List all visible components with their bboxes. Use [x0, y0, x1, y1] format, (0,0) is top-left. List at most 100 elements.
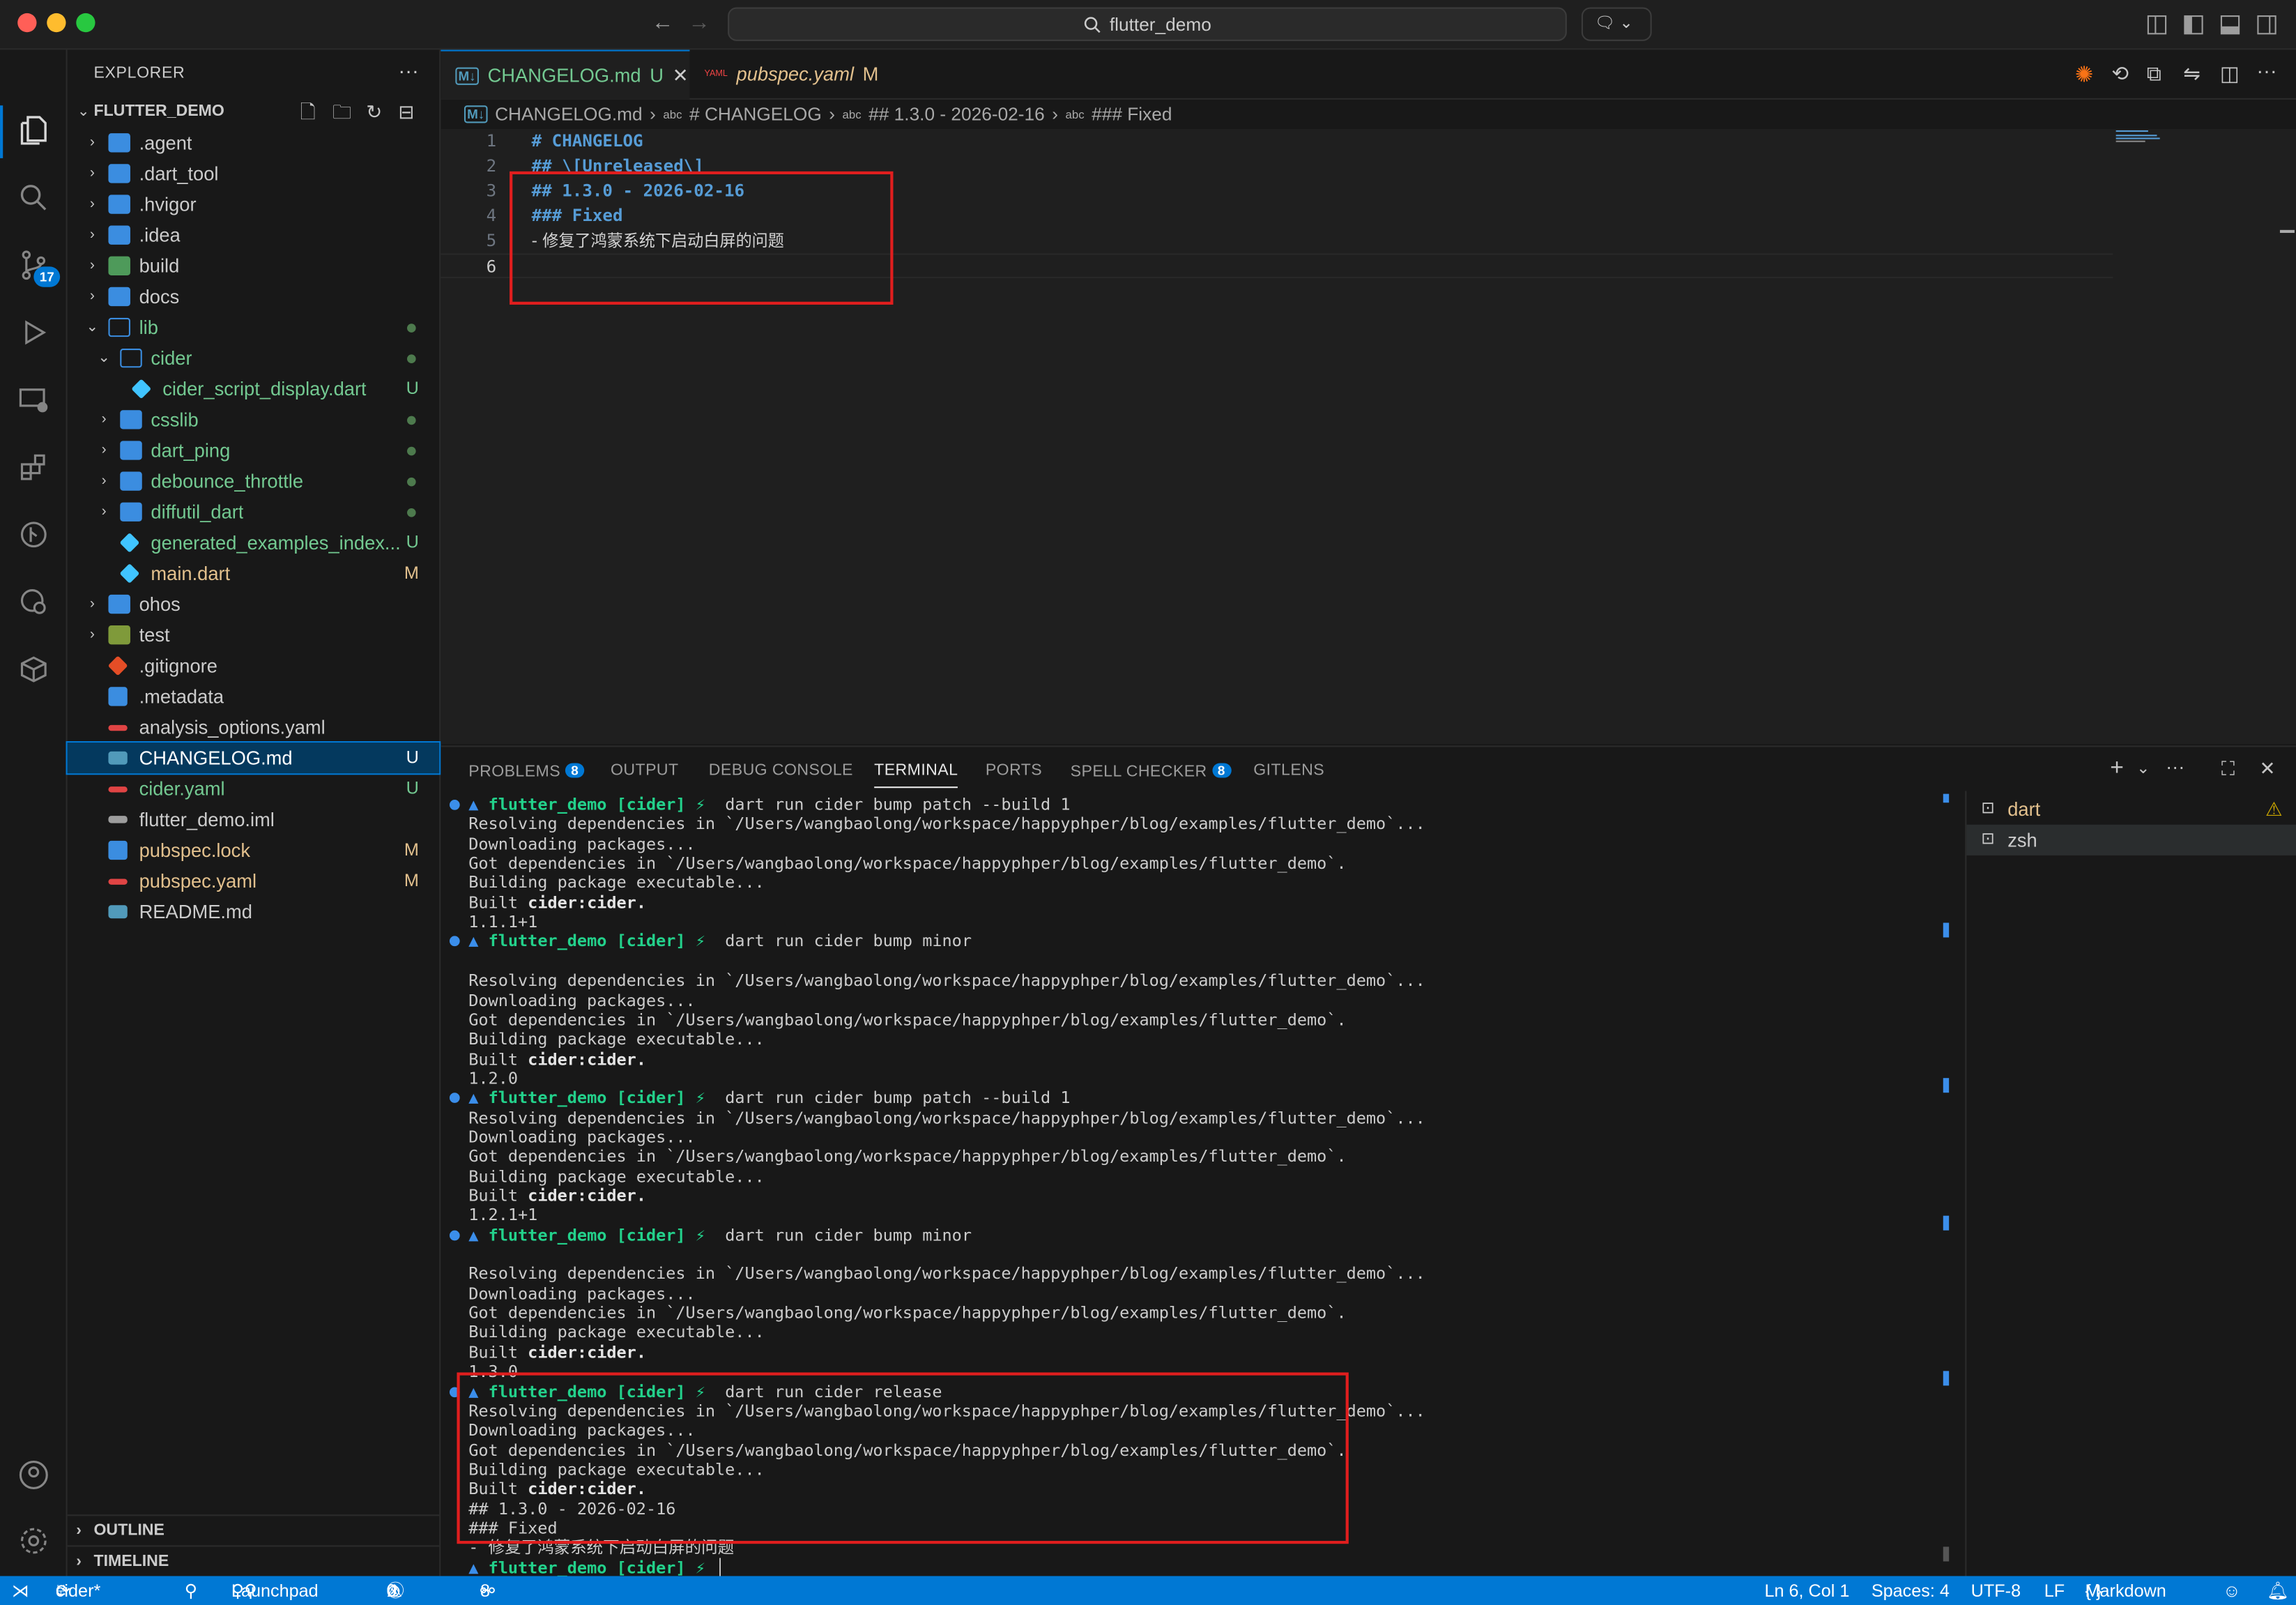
command-center-search[interactable]: flutter_demo	[728, 7, 1567, 41]
outline-section[interactable]: › OUTLINE	[67, 1514, 440, 1545]
maximize-window-button[interactable]	[76, 13, 95, 33]
tree-item[interactable]: CHANGELOG.md U	[66, 741, 441, 775]
tree-item-label: csslib	[151, 409, 199, 431]
remote-explorer-icon[interactable]	[12, 378, 56, 422]
containers-icon[interactable]	[12, 648, 56, 692]
tree-item[interactable]: cider.yaml U	[68, 773, 440, 804]
gitlens-icon[interactable]	[12, 512, 56, 556]
timeline-history-icon[interactable]: ⟲	[2111, 61, 2129, 86]
source-control-icon[interactable]: 17	[12, 243, 61, 287]
tab-problems[interactable]: PROBLEMS 8	[468, 761, 585, 782]
tree-item[interactable]: flutter_demo.iml	[68, 804, 440, 835]
minimap[interactable]	[2115, 129, 2175, 146]
tree-item[interactable]: pubspec.lock M	[68, 835, 440, 865]
breadcrumb-heading-3[interactable]: ### Fixed	[1092, 104, 1172, 124]
tree-item[interactable]: analysis_options.yaml	[68, 712, 440, 743]
remote-indicator-icon[interactable]: ⋊	[12, 1576, 41, 1605]
gitlens-status-icon[interactable]: ⚲	[185, 1576, 197, 1605]
settings-gear-icon[interactable]	[12, 1519, 56, 1563]
tree-item[interactable]: generated_examples_index... U	[68, 527, 440, 558]
run-debug-icon[interactable]	[12, 310, 56, 354]
more-actions-icon[interactable]: ···	[2256, 59, 2276, 82]
cursor-position[interactable]: Ln 6, Col 1	[1764, 1576, 1849, 1605]
accounts-icon[interactable]	[12, 1453, 56, 1497]
tree-item[interactable]: › build	[68, 250, 440, 281]
toggle-panel-icon[interactable]	[2220, 15, 2240, 35]
forward-arrow-icon[interactable]: →	[688, 11, 710, 36]
tab-output[interactable]: OUTPUT	[611, 761, 679, 779]
more-actions-icon[interactable]: ···	[398, 59, 418, 82]
minimize-window-button[interactable]	[47, 13, 66, 33]
close-window-button[interactable]	[17, 13, 37, 33]
maximize-panel-icon[interactable]: ⛶	[2221, 757, 2235, 781]
workspace-header[interactable]: ⌄ FLUTTER_DEMO 🗋 🗀 ↻ ⊟	[68, 97, 440, 128]
tab-debug-console[interactable]: DEBUG CONSOLE	[709, 761, 853, 779]
tree-item-label: .idea	[139, 224, 181, 246]
compare-changes-icon[interactable]: ⇋	[2183, 61, 2201, 86]
tab-changelog[interactable]: M↓ CHANGELOG.md U ✕	[441, 50, 690, 100]
tree-item[interactable]: ⌄ lib	[68, 312, 440, 342]
more-actions-icon[interactable]: ···	[2166, 756, 2184, 778]
tree-item[interactable]: › .dart_tool	[68, 158, 440, 189]
customize-layout-icon[interactable]	[2147, 15, 2167, 35]
collapse-all-icon[interactable]: ⊟	[398, 97, 414, 128]
tree-item[interactable]: › .hvigor	[68, 189, 440, 220]
tab-ports[interactable]: PORTS	[986, 761, 1042, 779]
notifications-bell-icon[interactable]: 🔔︎	[2267, 1576, 2289, 1605]
close-icon[interactable]: ✕	[673, 52, 689, 99]
tree-item[interactable]: › diffutil_dart	[68, 496, 440, 527]
breadcrumb-file[interactable]: CHANGELOG.md	[495, 104, 643, 124]
breadcrumb-heading-1[interactable]: # CHANGELOG	[689, 104, 822, 124]
new-file-icon[interactable]: 🗋	[300, 97, 316, 128]
tree-item[interactable]: .metadata	[68, 681, 440, 712]
explorer-icon[interactable]	[12, 108, 56, 152]
tree-item[interactable]: pubspec.yaml M	[68, 866, 440, 897]
new-terminal-icon[interactable]: +	[2110, 756, 2124, 782]
gitlens-inspect-icon[interactable]	[12, 580, 56, 624]
tree-item[interactable]: › debounce_throttle	[68, 466, 440, 496]
search-icon[interactable]	[12, 176, 56, 220]
tree-item[interactable]: ⌄ cider	[68, 343, 440, 374]
tab-gitlens[interactable]: GITLENS	[1253, 761, 1324, 779]
tree-item[interactable]: cider_script_display.dart U	[68, 374, 440, 404]
extensions-icon[interactable]	[12, 446, 56, 489]
tab-spell-checker[interactable]: SPELL CHECKER 8	[1071, 761, 1232, 782]
chevron-down-icon[interactable]: ⌄	[2136, 759, 2150, 777]
tree-item[interactable]: .gitignore	[68, 651, 440, 681]
terminal-text: Resolving dependencies in `/Users/wangba…	[468, 814, 1425, 835]
breadcrumb-heading-2[interactable]: ## 1.3.0 - 2026-02-16	[868, 104, 1045, 124]
refresh-icon[interactable]: ↻	[366, 97, 382, 128]
tree-item[interactable]: › ohos	[68, 589, 440, 620]
tree-item[interactable]: › dart_ping	[68, 435, 440, 466]
indentation[interactable]: Spaces: 4	[1872, 1576, 1950, 1605]
toggle-sidebar-icon[interactable]	[2183, 15, 2203, 35]
tree-item[interactable]: README.md	[68, 897, 440, 927]
copilot-sparkle-icon[interactable]: ✺	[2075, 61, 2093, 88]
tab-pubspec[interactable]: YAML pubspec.yaml M	[689, 50, 909, 99]
close-panel-icon[interactable]: ✕	[2260, 757, 2276, 781]
end-of-line[interactable]: LF	[2044, 1576, 2065, 1605]
copilot-status-icon[interactable]: ☺	[2223, 1576, 2241, 1605]
code-editor[interactable]: 1 # CHANGELOG 2 ## \[Unreleased\] 3 ## 1…	[441, 128, 2296, 745]
encoding[interactable]: UTF-8	[1971, 1576, 2021, 1605]
terminal-line: Building package executable...	[468, 1323, 765, 1342]
copilot-button[interactable]: 🗨 ⌄	[1581, 7, 1652, 41]
tree-item[interactable]: › .idea	[68, 220, 440, 250]
split-editor-icon[interactable]: ◫	[2220, 61, 2240, 86]
new-folder-icon[interactable]: 🗀	[332, 97, 351, 128]
tree-item[interactable]: main.dart M	[68, 558, 440, 588]
tree-item[interactable]: › .agent	[68, 128, 440, 158]
terminal-text: Built	[468, 1480, 528, 1499]
tree-item[interactable]: › docs	[68, 281, 440, 312]
toggle-secondary-sidebar-icon[interactable]	[2256, 15, 2276, 35]
timeline-section[interactable]: › TIMELINE	[67, 1545, 440, 1576]
tree-item[interactable]: › csslib	[68, 404, 440, 435]
terminal-item-dart[interactable]: ⊡ dart ⚠	[1966, 794, 2296, 825]
tree-item[interactable]: › test	[68, 620, 440, 651]
terminal-line: ### Fixed	[468, 1519, 557, 1537]
open-preview-icon[interactable]: ⧉	[2147, 61, 2161, 86]
tab-terminal[interactable]: TERMINAL	[874, 761, 958, 789]
terminal-item-zsh[interactable]: ⊡ zsh	[1966, 824, 2296, 855]
back-arrow-icon[interactable]: ←	[652, 11, 674, 36]
terminal-output[interactable]: ▲ flutter_demo [cider] ⚡ dart run cider …	[441, 791, 1949, 1577]
